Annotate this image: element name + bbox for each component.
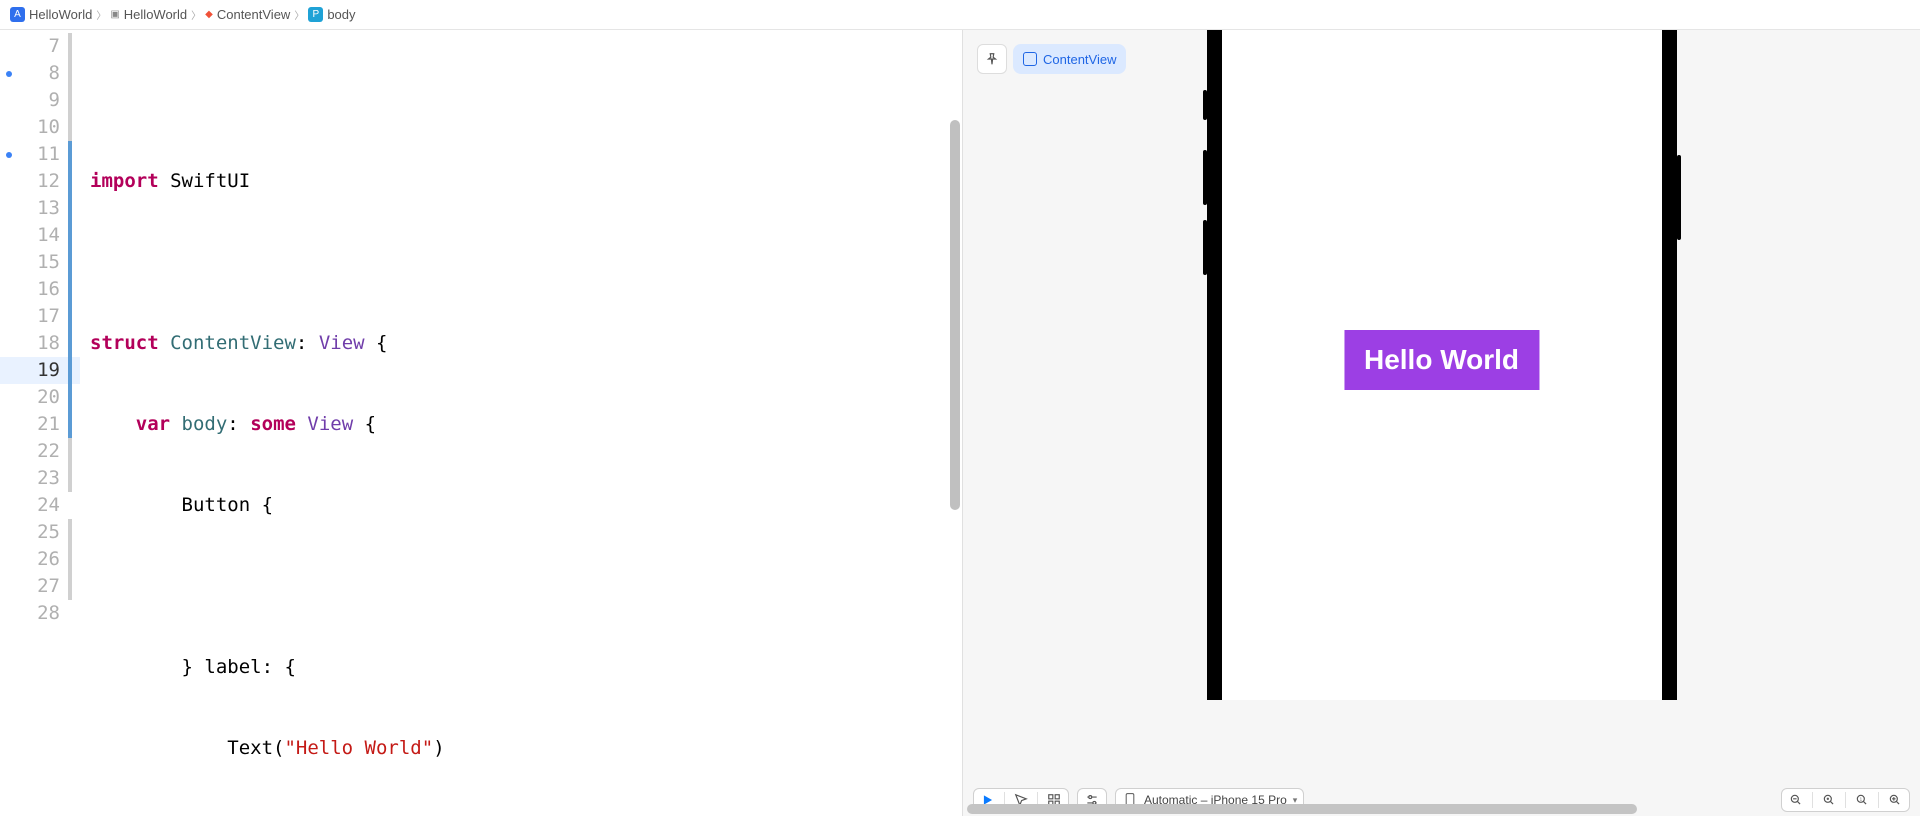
code-line[interactable]: [80, 87, 962, 114]
line-number[interactable]: 28: [0, 600, 68, 627]
chevron-right-icon: 〉: [96, 7, 106, 22]
device-button: [1203, 150, 1207, 205]
code-line[interactable]: Button {: [80, 492, 962, 519]
device-frame: [1662, 30, 1677, 700]
device-button: [1203, 90, 1207, 120]
vertical-scrollbar[interactable]: [948, 30, 962, 816]
chevron-right-icon: 〉: [294, 7, 304, 22]
folder-icon: ▣: [110, 7, 119, 22]
app-icon: A: [10, 7, 25, 22]
breadcrumb-label: HelloWorld: [29, 7, 92, 22]
chevron-right-icon: 〉: [191, 7, 201, 22]
line-number[interactable]: 8: [0, 60, 68, 87]
breadcrumb-item[interactable]: ◆ ContentView: [205, 7, 290, 22]
line-number[interactable]: 9: [0, 87, 68, 114]
code-editor[interactable]: 7 8 9 10 11 12 13 14 15 16 17 18 19 20 2…: [0, 30, 962, 816]
preview-button[interactable]: Hello World: [1344, 330, 1539, 390]
line-number[interactable]: 20: [0, 384, 68, 411]
cube-icon: [1023, 52, 1037, 66]
line-number[interactable]: 22: [0, 438, 68, 465]
line-number[interactable]: 23: [0, 465, 68, 492]
code-body[interactable]: import SwiftUI struct ContentView: View …: [80, 33, 962, 816]
line-number[interactable]: 17: [0, 303, 68, 330]
line-number[interactable]: 18: [0, 330, 68, 357]
line-number[interactable]: 15: [0, 249, 68, 276]
code-line[interactable]: } label: {: [80, 654, 962, 681]
code-line[interactable]: [80, 573, 962, 600]
line-number[interactable]: 10: [0, 114, 68, 141]
device-preview[interactable]: Hello World: [1207, 30, 1677, 700]
line-number[interactable]: 25: [0, 519, 68, 546]
line-gutter[interactable]: 7 8 9 10 11 12 13 14 15 16 17 18 19 20 2…: [0, 33, 68, 816]
swift-icon: ◆: [205, 7, 213, 22]
preview-selection-label: ContentView: [1043, 52, 1116, 67]
code-line[interactable]: struct ContentView: View {: [80, 330, 962, 357]
code-line[interactable]: import SwiftUI: [80, 168, 962, 195]
line-number[interactable]: 14: [0, 222, 68, 249]
line-number[interactable]: 13: [0, 195, 68, 222]
pin-button[interactable]: [977, 44, 1007, 74]
preview-pane: ContentView Hello World: [962, 30, 1920, 816]
code-line[interactable]: Text("Hello World"): [80, 735, 962, 762]
breadcrumb-item[interactable]: P body: [308, 7, 355, 22]
breadcrumb-label: body: [327, 7, 355, 22]
horizontal-scrollbar[interactable]: [963, 802, 1920, 816]
code-line[interactable]: var body: some View {: [80, 411, 962, 438]
breadcrumb-bar: A HelloWorld 〉 ▣ HelloWorld 〉 ◆ ContentV…: [0, 0, 1920, 30]
code-line[interactable]: [80, 249, 962, 276]
scrollbar-thumb[interactable]: [950, 120, 960, 510]
line-number[interactable]: 27: [0, 573, 68, 600]
device-button: [1677, 155, 1681, 240]
change-indicator: [68, 33, 80, 816]
breadcrumb-label: HelloWorld: [124, 7, 187, 22]
preview-selection-chip[interactable]: ContentView: [1013, 44, 1126, 74]
scrollbar-thumb[interactable]: [967, 804, 1637, 814]
line-number[interactable]: 11: [0, 141, 68, 168]
device-button: [1203, 220, 1207, 275]
line-number[interactable]: 7: [0, 33, 68, 60]
breadcrumb-item[interactable]: A HelloWorld: [10, 7, 92, 22]
property-icon: P: [308, 7, 323, 22]
svg-text:1: 1: [1860, 797, 1863, 802]
preview-canvas[interactable]: ContentView Hello World: [963, 30, 1920, 788]
line-number[interactable]: 16: [0, 276, 68, 303]
breadcrumb-item[interactable]: ▣ HelloWorld: [110, 7, 187, 22]
line-number[interactable]: 24: [0, 492, 68, 519]
pin-icon: [985, 52, 999, 66]
line-number[interactable]: 19: [0, 357, 68, 384]
breadcrumb-label: ContentView: [217, 7, 290, 22]
line-number[interactable]: 12: [0, 168, 68, 195]
device-frame: [1207, 30, 1222, 700]
line-number[interactable]: 26: [0, 546, 68, 573]
line-number[interactable]: 21: [0, 411, 68, 438]
